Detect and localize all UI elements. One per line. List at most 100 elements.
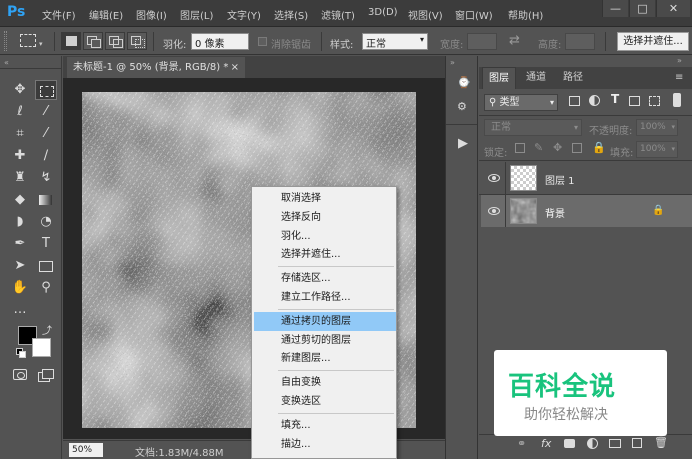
- gradient-tool-icon[interactable]: [35, 190, 57, 210]
- menu-item-layer-via-copy[interactable]: 通过拷贝的图层: [254, 312, 396, 331]
- menu-item-make-work-path[interactable]: 建立工作路径...: [254, 288, 396, 307]
- height-input[interactable]: [565, 33, 595, 50]
- visibility-eye-icon[interactable]: [488, 207, 500, 215]
- quick-mask-icon[interactable]: [13, 369, 27, 380]
- swap-icon[interactable]: ⇄: [509, 33, 520, 48]
- collapse-panel-icon[interactable]: »: [677, 56, 682, 65]
- menu-window[interactable]: 窗口(W): [455, 7, 493, 22]
- layer-name[interactable]: 背景: [545, 205, 565, 220]
- link-layers-icon[interactable]: ⚭: [517, 437, 526, 450]
- lasso-tool-icon[interactable]: ℓ: [9, 102, 31, 122]
- menu-item-save-selection[interactable]: 存储选区...: [254, 269, 396, 288]
- menu-type[interactable]: 文字(Y): [227, 7, 261, 22]
- layer-filter-select[interactable]: ⚲ 类型 ▾: [484, 94, 558, 111]
- adjustments-panel-icon[interactable]: ⚙: [457, 100, 471, 114]
- menu-item-layer-via-cut[interactable]: 通过剪切的图层: [254, 331, 396, 350]
- menu-select[interactable]: 选择(S): [274, 7, 308, 22]
- filter-shape-icon[interactable]: [629, 96, 640, 106]
- background-color-swatch[interactable]: [32, 338, 51, 357]
- more-tools-icon[interactable]: …: [9, 300, 31, 320]
- zoom-tool-icon[interactable]: ⚲: [35, 278, 57, 298]
- options-grip[interactable]: [4, 31, 7, 51]
- menu-file[interactable]: 文件(F): [42, 7, 76, 22]
- panel-menu-icon[interactable]: ≡: [675, 72, 683, 83]
- menu-item-transform-selection[interactable]: 变换选区: [254, 392, 396, 411]
- feather-input[interactable]: 0 像素: [191, 33, 249, 50]
- blur-tool-icon[interactable]: ◗: [9, 212, 31, 232]
- select-and-mask-button[interactable]: 选择并遮住...: [617, 32, 689, 51]
- marquee-tool-icon[interactable]: [35, 80, 57, 100]
- default-colors-icon[interactable]: [16, 348, 26, 358]
- document-tab[interactable]: 未标题-1 @ 50% (背景, RGB/8) * ×: [67, 57, 245, 78]
- magic-wand-tool-icon[interactable]: ⁄: [35, 102, 57, 122]
- menu-filter[interactable]: 滤镜(T): [321, 7, 355, 22]
- collapse-strip-icon[interactable]: »: [450, 58, 455, 67]
- menu-edit[interactable]: 编辑(E): [89, 7, 123, 22]
- style-select[interactable]: 正常 ▾: [362, 33, 428, 50]
- menu-help[interactable]: 帮助(H): [508, 7, 543, 22]
- filter-type-icon[interactable]: T: [611, 92, 619, 106]
- new-adjustment-icon[interactable]: [587, 438, 598, 449]
- lock-all-icon[interactable]: 🔒: [592, 141, 606, 154]
- lock-position-icon[interactable]: ✥: [553, 141, 562, 154]
- hand-tool-icon[interactable]: ✋: [9, 278, 31, 298]
- menu-item-deselect[interactable]: 取消选择: [254, 189, 396, 208]
- eyedropper-tool-icon[interactable]: ⁄: [35, 124, 57, 144]
- type-tool-icon[interactable]: T: [35, 234, 57, 254]
- history-brush-tool-icon[interactable]: ↯: [35, 168, 57, 188]
- layer-name[interactable]: 图层 1: [545, 172, 575, 187]
- preset-dropdown-icon[interactable]: ▾: [39, 40, 43, 48]
- move-tool-icon[interactable]: ✥: [9, 80, 31, 100]
- zoom-field[interactable]: 50%: [69, 443, 103, 457]
- menu-item-fill[interactable]: 填充...: [254, 416, 396, 435]
- add-selection-icon[interactable]: [83, 32, 103, 50]
- blend-mode-select[interactable]: 正常 ▾: [484, 119, 582, 136]
- intersect-selection-icon[interactable]: [127, 32, 147, 50]
- pen-tool-icon[interactable]: ✒: [9, 234, 31, 254]
- close-window-button[interactable]: ✕: [656, 0, 690, 17]
- menu-layer[interactable]: 图层(L): [180, 7, 213, 22]
- opacity-field[interactable]: 100% ▾: [636, 119, 678, 136]
- healing-brush-tool-icon[interactable]: ✚: [9, 146, 31, 166]
- new-selection-icon[interactable]: [61, 32, 81, 50]
- add-mask-icon[interactable]: [564, 439, 575, 448]
- filter-toggle-icon[interactable]: [673, 93, 681, 107]
- actions-play-icon[interactable]: ▶: [458, 136, 468, 151]
- rect-marquee-preset-icon[interactable]: [20, 34, 36, 47]
- new-layer-icon[interactable]: [632, 438, 642, 448]
- filter-pixel-icon[interactable]: [569, 96, 580, 106]
- layer-style-icon[interactable]: fx: [541, 437, 551, 450]
- eraser-tool-icon[interactable]: ◆: [9, 190, 31, 210]
- menu-item-stroke[interactable]: 描边...: [254, 435, 396, 454]
- brush-tool-icon[interactable]: ∕: [35, 146, 57, 166]
- screen-mode-icon[interactable]: [38, 369, 54, 382]
- menu-3d[interactable]: 3D(D): [368, 7, 398, 18]
- rectangle-tool-icon[interactable]: [35, 256, 57, 276]
- visibility-eye-icon[interactable]: [488, 174, 500, 182]
- clone-stamp-tool-icon[interactable]: ♜: [9, 168, 31, 188]
- tab-layers[interactable]: 图层: [482, 67, 516, 89]
- delete-layer-icon[interactable]: 🗑: [654, 436, 668, 449]
- menu-item-new-layer[interactable]: 新建图层...: [254, 349, 396, 368]
- menu-item-select-inverse[interactable]: 选择反向: [254, 208, 396, 227]
- layer-row[interactable]: 背景 🔒: [481, 195, 692, 227]
- swap-colors-icon[interactable]: ⤴: [42, 322, 52, 337]
- lock-transparent-icon[interactable]: [515, 143, 525, 153]
- menu-view[interactable]: 视图(V): [408, 7, 443, 22]
- maximize-button[interactable]: □: [629, 0, 655, 17]
- dodge-tool-icon[interactable]: ◔: [35, 212, 57, 232]
- filter-adjustment-icon[interactable]: [589, 95, 600, 106]
- minimize-button[interactable]: —: [602, 0, 628, 17]
- collapse-tools-icon[interactable]: «: [4, 58, 9, 67]
- menu-item-feather[interactable]: 羽化...: [254, 227, 396, 246]
- history-panel-icon[interactable]: ⌚: [457, 76, 471, 90]
- menu-item-select-and-mask[interactable]: 选择并遮住...: [254, 245, 396, 264]
- lock-pixels-icon[interactable]: ✎: [534, 141, 543, 154]
- subtract-selection-icon[interactable]: [105, 32, 125, 50]
- close-tab-icon[interactable]: ×: [231, 57, 239, 78]
- path-selection-tool-icon[interactable]: ➤: [9, 256, 31, 276]
- crop-tool-icon[interactable]: ⌗: [9, 124, 31, 144]
- lock-artboard-icon[interactable]: [572, 143, 582, 153]
- tab-paths[interactable]: 路径: [556, 67, 590, 89]
- new-group-icon[interactable]: [609, 439, 621, 448]
